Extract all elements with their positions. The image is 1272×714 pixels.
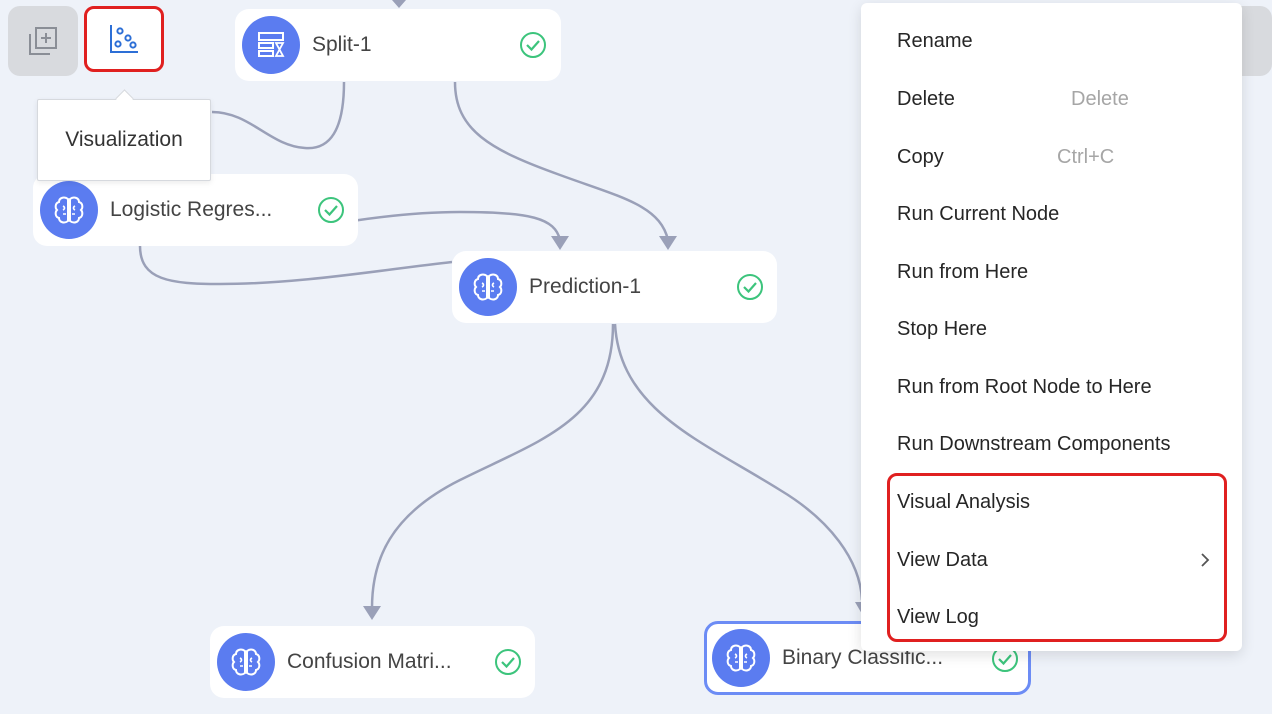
node-prediction[interactable]: Prediction-1: [452, 251, 777, 323]
edge-prediction-to-confusion: [370, 323, 615, 609]
brain-icon: [459, 258, 517, 316]
add-frame-icon: [29, 27, 57, 55]
success-check-icon: [520, 32, 546, 58]
menu-item-label: View Data: [897, 548, 988, 571]
menu-item-view-log[interactable]: View Log: [861, 595, 1242, 639]
node-label: Confusion Matri...: [287, 650, 452, 673]
node-label: Prediction-1: [529, 275, 642, 298]
menu-item-label: Run Downstream Components: [897, 432, 1171, 455]
menu-item-label: Copy: [897, 145, 944, 168]
brain-icon: [217, 633, 275, 691]
edge-arrow-prediction-left: [551, 236, 569, 250]
context-menu: Rename Delete Delete Copy Ctrl+C Run Cur…: [861, 3, 1242, 651]
menu-shortcut: Ctrl+C: [1057, 145, 1115, 168]
menu-item-run-from-here[interactable]: Run from Here: [861, 250, 1242, 294]
node-split[interactable]: Split-1: [235, 9, 561, 81]
menu-item-label: Rename: [897, 29, 973, 52]
menu-item-copy[interactable]: Copy Ctrl+C: [861, 135, 1242, 179]
menu-item-run-downstream[interactable]: Run Downstream Components: [861, 422, 1242, 466]
success-check-icon: [737, 274, 763, 300]
add-node-button[interactable]: [8, 6, 78, 76]
menu-item-label: Run from Root Node to Here: [897, 375, 1152, 398]
scatter-chart-icon: [110, 25, 138, 53]
menu-item-delete[interactable]: Delete Delete: [861, 77, 1242, 121]
edge-arrow-prediction-right: [659, 236, 677, 250]
tooltip-text: Visualization: [65, 128, 183, 151]
node-label: Logistic Regres...: [110, 198, 273, 221]
node-logistic-regression[interactable]: Logistic Regres...: [33, 174, 358, 246]
edge-arrow-confusion: [363, 606, 381, 620]
menu-item-rename[interactable]: Rename: [861, 19, 1242, 63]
menu-item-label: Visual Analysis: [897, 490, 1031, 513]
menu-item-label: Run Current Node: [897, 202, 1060, 225]
edge-split-to-logistic: [211, 81, 346, 150]
menu-item-visual-analysis[interactable]: Visual Analysis: [861, 480, 1242, 524]
node-confusion-matrix[interactable]: Confusion Matri...: [210, 626, 535, 698]
node-label: Split-1: [312, 33, 372, 56]
brain-icon: [712, 629, 770, 687]
menu-item-view-data[interactable]: View Data: [861, 538, 1242, 582]
split-table-icon: [242, 16, 300, 74]
menu-item-run-current-node[interactable]: Run Current Node: [861, 192, 1242, 236]
edge-split-to-prediction: [453, 81, 670, 241]
success-check-icon: [495, 649, 521, 675]
menu-item-label: Stop Here: [897, 317, 988, 340]
menu-item-label: Delete: [897, 87, 955, 110]
visualization-button[interactable]: [84, 6, 164, 72]
edge-prediction-to-binary: [613, 323, 864, 601]
menu-item-label: Run from Here: [897, 260, 1029, 283]
chevron-right-icon: [1201, 553, 1210, 567]
menu-item-label: View Log: [897, 605, 979, 628]
success-check-icon: [318, 197, 344, 223]
menu-item-run-from-root[interactable]: Run from Root Node to Here: [861, 365, 1242, 409]
edge-logistic-bottom: [138, 245, 453, 286]
visualization-tooltip: Visualization: [37, 99, 211, 181]
menu-shortcut: Delete: [1071, 87, 1129, 110]
brain-icon: [40, 181, 98, 239]
edge-arrow-top: [392, 0, 406, 8]
menu-item-stop-here[interactable]: Stop Here: [861, 307, 1242, 351]
